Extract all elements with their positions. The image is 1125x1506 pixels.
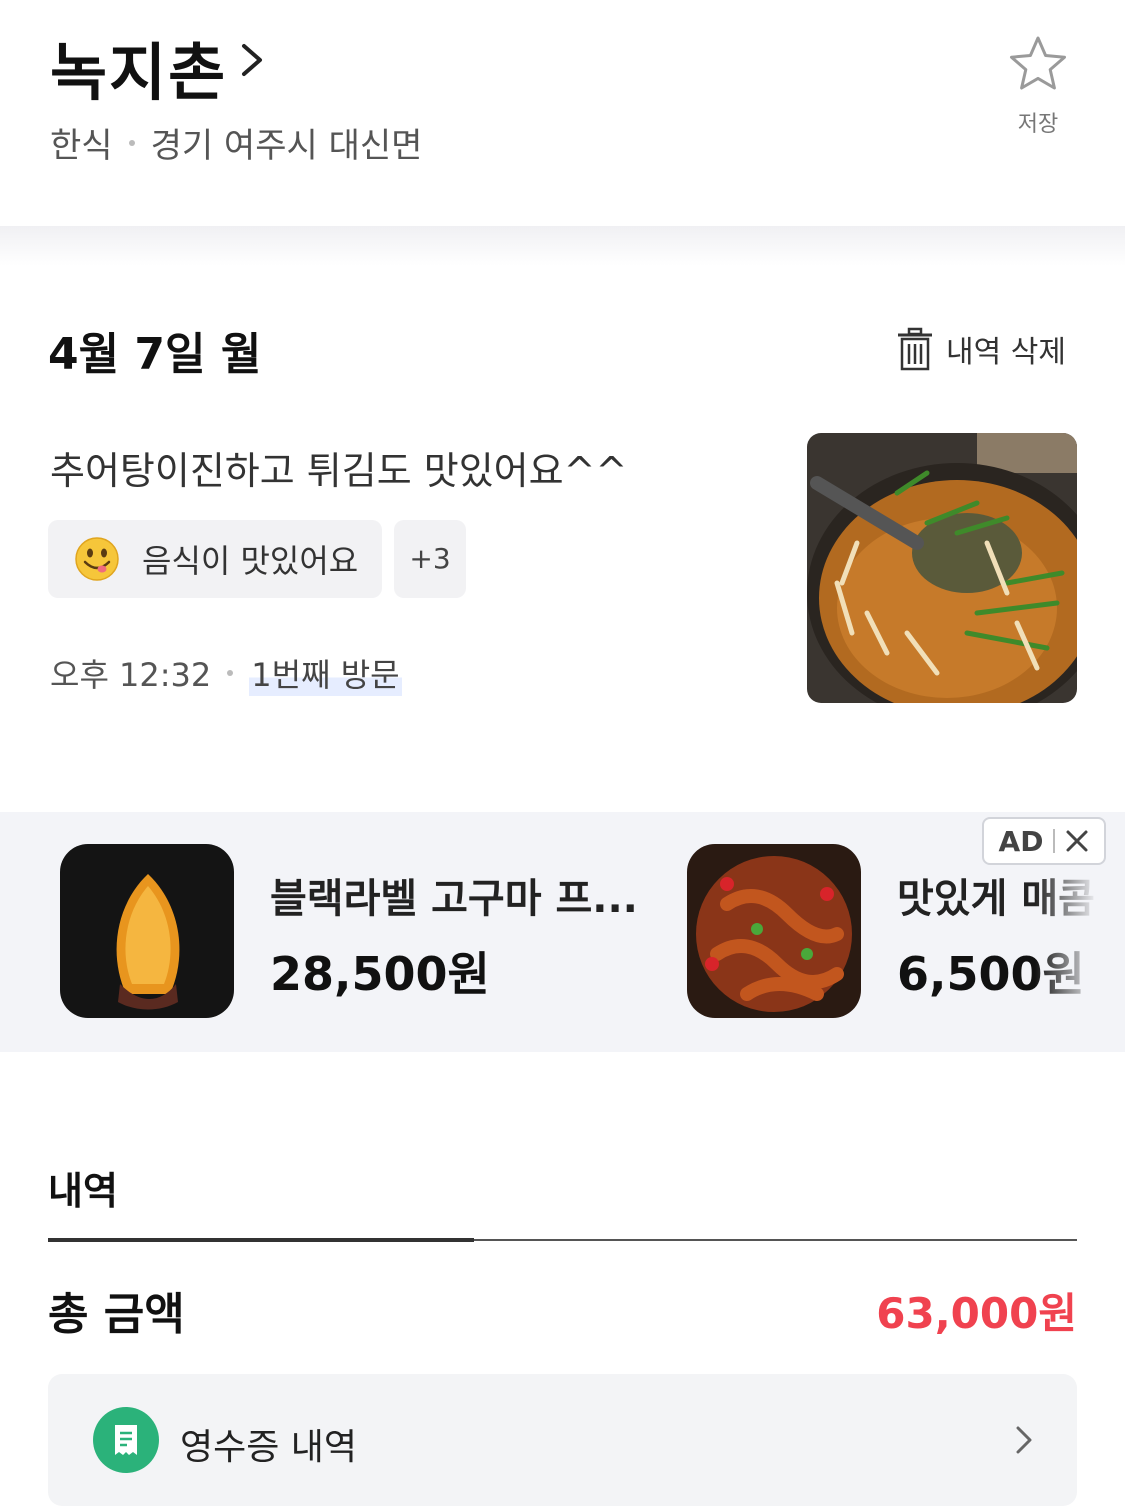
separator-dot (227, 670, 234, 676)
section-divider (474, 1239, 1077, 1241)
ad-product-card[interactable]: 블랙라벨 고구마 프... 28,500원 (60, 844, 640, 1020)
delete-history-label: 내역 삭제 (946, 335, 1066, 370)
ad-badge[interactable]: AD (982, 817, 1106, 865)
visit-meta: 오후 12:32 1번째 방문 (50, 650, 402, 696)
history-section-title: 내역 (48, 1169, 118, 1213)
trash-icon (898, 327, 932, 371)
more-tags-chip[interactable]: +3 (394, 520, 466, 598)
place-meta: 한식 경기 여주시 대신면 (50, 118, 422, 167)
separator-dot (128, 139, 135, 146)
ad-label: AD (998, 824, 1044, 858)
review-tag-label: 음식이 맛있어요 (142, 542, 359, 580)
review-photo[interactable] (807, 433, 1077, 703)
visit-time: 오후 12:32 (50, 656, 212, 694)
close-icon[interactable] (1065, 829, 1089, 853)
ad-product-price: 28,500원 (270, 947, 490, 1001)
total-amount-value: 63,000원 (876, 1289, 1077, 1338)
star-icon (1010, 36, 1066, 90)
total-amount-label: 총 금액 (48, 1289, 185, 1340)
review-text: 추어탕이진하고 튀김도 맛있어요^^ (50, 449, 628, 493)
section-divider (48, 1238, 474, 1242)
loach-soup-photo (807, 433, 1077, 703)
review-tag-chip[interactable]: 음식이 맛있어요 (48, 520, 382, 598)
ad-badge-separator (1053, 829, 1056, 853)
place-category: 한식 (50, 126, 113, 166)
place-header: 녹지촌 한식 경기 여주시 대신면 저장 (0, 0, 1125, 226)
save-button[interactable]: 저장 (1000, 34, 1076, 144)
ad-product-name: 블랙라벨 고구마 프... (270, 876, 638, 922)
yum-face-emoji-icon (75, 537, 119, 581)
delete-history-button[interactable]: 내역 삭제 (896, 326, 1066, 372)
header-shadow (0, 226, 1125, 266)
ad-carousel[interactable]: 블랙라벨 고구마 프... 28,500원 맛있게 매콤 6,500원 AD (0, 812, 1125, 1052)
spicy-octopus-thumbnail (687, 844, 861, 1018)
receipt-icon (93, 1407, 159, 1473)
receipt-history-button[interactable]: 영수증 내역 (48, 1374, 1077, 1506)
visit-count: 1번째 방문 (249, 650, 402, 696)
place-title[interactable]: 녹지촌 (50, 22, 227, 112)
place-location: 경기 여주시 대신면 (150, 126, 423, 166)
chevron-right-icon[interactable] (236, 40, 266, 80)
sweet-potato-thumbnail (60, 844, 234, 1018)
chevron-right-icon (1016, 1426, 1032, 1454)
visit-date: 4월 7일 월 (48, 329, 262, 380)
save-label: 저장 (1017, 112, 1059, 137)
receipt-history-label: 영수증 내역 (180, 1427, 358, 1468)
